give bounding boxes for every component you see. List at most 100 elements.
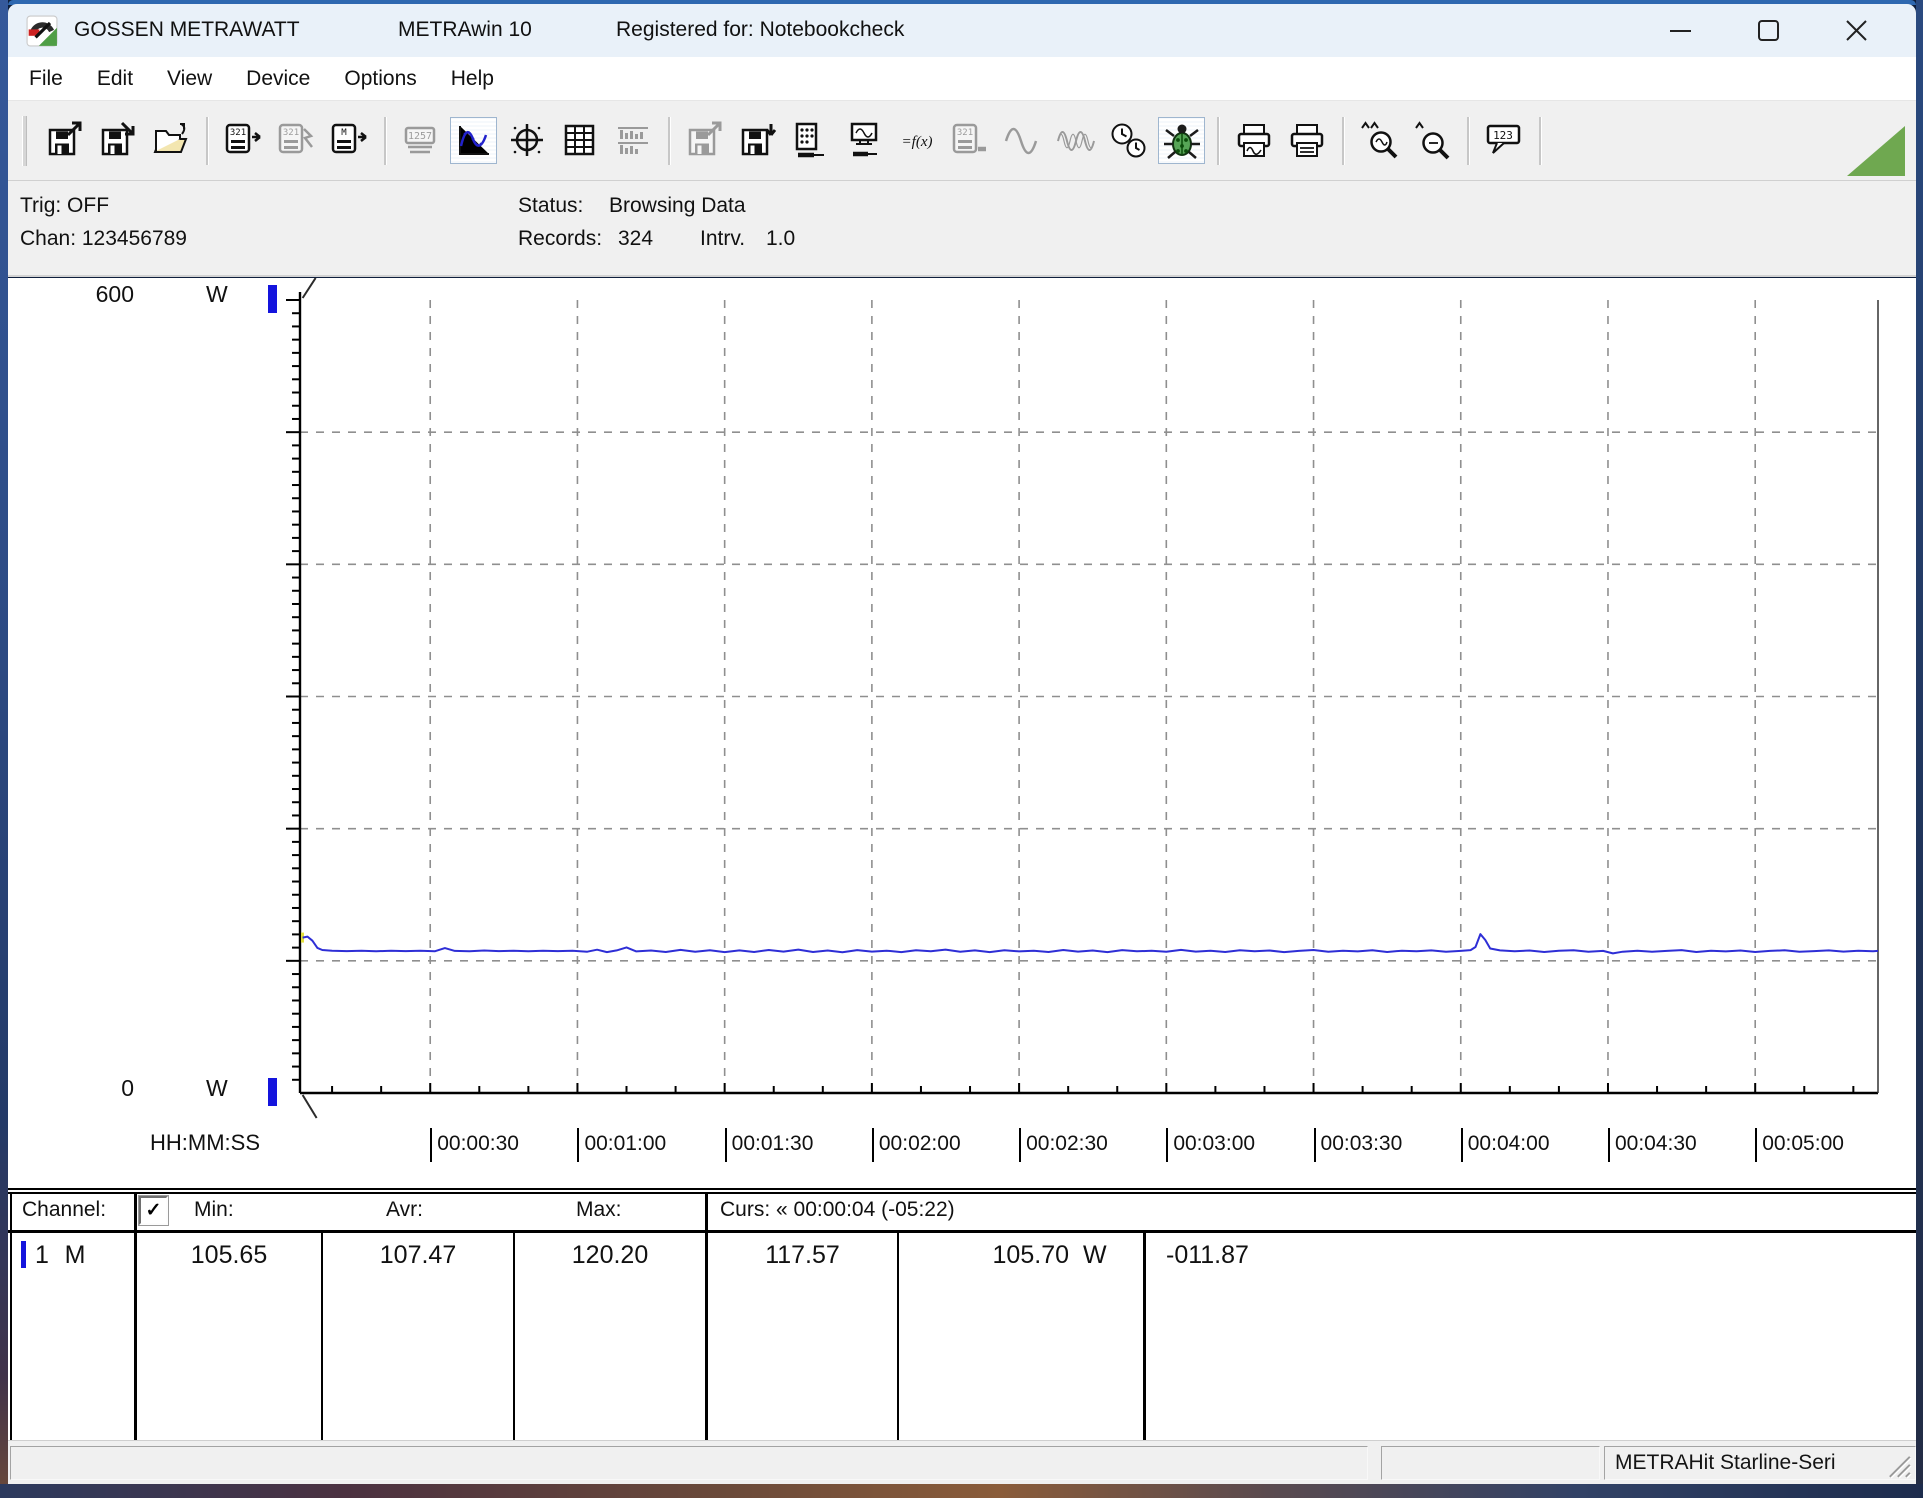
svg-text:321: 321: [282, 128, 298, 138]
svg-text:=f(x): =f(x): [901, 134, 932, 150]
tooltip-icon: 123: [1484, 121, 1524, 161]
print-graph-button[interactable]: [1230, 117, 1277, 164]
sine1-icon: [1003, 121, 1043, 161]
save-file-button[interactable]: [94, 117, 141, 164]
read-device-memory-button[interactable]: M: [325, 117, 372, 164]
zoom-out-button[interactable]: [1408, 117, 1455, 164]
interval-value: 1.0: [766, 227, 795, 251]
monitor-cfg-icon: [844, 121, 884, 161]
y-axis-unit-top: W: [206, 281, 228, 308]
bug-icon: [1162, 121, 1202, 161]
histogram-view-button[interactable]: [609, 117, 656, 164]
wave-view-icon: [454, 121, 494, 161]
records-value: 324: [618, 227, 653, 251]
monitor-setup-button[interactable]: [840, 117, 887, 164]
tooltip-info-button[interactable]: 123: [1480, 117, 1527, 164]
x-tick-label: 00:01:30: [725, 1128, 814, 1162]
menu-item-edit[interactable]: Edit: [80, 63, 150, 95]
row-channel-mode: M: [60, 1238, 90, 1272]
zoom-in-button[interactable]: [1355, 117, 1402, 164]
multi-trace-button[interactable]: [1052, 117, 1099, 164]
y-axis-min-label: 0: [58, 1075, 134, 1102]
svg-text:M: M: [341, 128, 347, 138]
row-max-value: 120.20: [515, 1238, 705, 1272]
desktop-edge-left: [0, 0, 8, 1498]
svg-text:321: 321: [229, 128, 245, 138]
interval-label: Intrv.: [700, 227, 745, 251]
table-divider: [134, 1192, 137, 1440]
table-divider: [705, 1192, 708, 1440]
function-fx-button[interactable]: =f(x): [893, 117, 940, 164]
device-setup-button[interactable]: 321: [946, 117, 993, 164]
channel-visibility-checkbox[interactable]: ✓: [139, 1196, 168, 1225]
minimize-icon: [1669, 19, 1692, 42]
table-view-button[interactable]: [556, 117, 603, 164]
analog-trace-button[interactable]: [999, 117, 1046, 164]
open-file-button[interactable]: [147, 117, 194, 164]
maximize-button[interactable]: [1724, 7, 1812, 55]
chan-cfg-icon: [791, 121, 831, 161]
print-list-button[interactable]: [1283, 117, 1330, 164]
floppy-load-icon: [738, 121, 778, 161]
desktop-edge-bottom: [0, 1484, 1923, 1498]
dev321-out-icon: 321: [223, 121, 263, 161]
power-time-chart[interactable]: [8, 278, 1916, 1178]
graph-view-button[interactable]: [450, 117, 497, 164]
channel-status: Chan: 123456789: [20, 227, 187, 251]
x-tick-label: 00:03:00: [1166, 1128, 1255, 1162]
menu-item-view[interactable]: View: [150, 63, 229, 95]
statusbar-secondary-panel: [1381, 1446, 1600, 1480]
chart-area[interactable]: 600 W 0 W HH:MM:SS 00:00:3000:01:0000:01…: [8, 278, 1916, 1178]
menu-item-help[interactable]: Help: [434, 63, 511, 95]
row-cursor2-unit: W: [1083, 1238, 1123, 1272]
menu-item-file[interactable]: File: [12, 63, 80, 95]
timer-setup-button[interactable]: [1105, 117, 1152, 164]
resize-grip[interactable]: [1884, 1451, 1912, 1484]
sines-icon: [1056, 121, 1096, 161]
table-header-min: Min:: [194, 1192, 264, 1228]
y-cursor-marker-bottom[interactable]: [268, 1078, 277, 1106]
disconnect-device-321-button[interactable]: 321: [272, 117, 319, 164]
desktop-edge-right: [1916, 0, 1923, 1498]
channel-setup-button[interactable]: [787, 117, 834, 164]
zoom-out-icon: [1412, 121, 1452, 161]
dev-cfg-icon: 321: [950, 121, 990, 161]
cursor-view-button[interactable]: [503, 117, 550, 164]
records-label: Records:: [518, 227, 602, 251]
x-tick-label: 00:02:00: [872, 1128, 961, 1162]
menu-item-options[interactable]: Options: [327, 63, 433, 95]
menu-item-device[interactable]: Device: [229, 63, 327, 95]
minimize-button[interactable]: [1636, 7, 1724, 55]
export-file-button[interactable]: [41, 117, 88, 164]
toolbar-separator: [1217, 117, 1220, 165]
read-device-321-button[interactable]: 321: [219, 117, 266, 164]
channel-color-marker: [21, 1241, 26, 1268]
table-header-avr: Avr:: [386, 1192, 456, 1228]
x-axis-label: HH:MM:SS: [150, 1130, 260, 1156]
toolbar-separator: [1342, 117, 1345, 165]
devM-out-icon: M: [329, 121, 369, 161]
close-icon: [1845, 19, 1868, 42]
row-min-value: 105.65: [137, 1238, 321, 1272]
load-config-button[interactable]: [734, 117, 781, 164]
table-header-bottom-border: [8, 1230, 1916, 1233]
multimeter-display-button[interactable]: 1257: [397, 117, 444, 164]
app-name-title: METRAwin 10: [398, 18, 532, 42]
table-header-cursor: Curs: « 00:00:04 (-05:22): [720, 1192, 1220, 1228]
close-button[interactable]: [1812, 7, 1900, 55]
svg-text:321: 321: [956, 128, 972, 138]
toolbar-grip[interactable]: [22, 116, 27, 166]
desktop: { "window": { "app_vendor": "GOSSEN METR…: [0, 0, 1923, 1498]
acquisition-status-panel: Trig: OFF Chan: 123456789 Status: Browsi…: [8, 181, 1916, 277]
x-tick-label: 00:02:30: [1019, 1128, 1108, 1162]
zoom-in-icon: [1359, 121, 1399, 161]
toolbar-separator: [384, 117, 387, 165]
table-view-icon: [560, 121, 600, 161]
print-graph-icon: [1234, 121, 1274, 161]
floppy-in-icon: [98, 121, 138, 161]
x-tick-label: 00:03:30: [1314, 1128, 1403, 1162]
y-cursor-marker-top[interactable]: [268, 285, 277, 313]
save-config-button[interactable]: [681, 117, 728, 164]
debug-mode-button[interactable]: [1158, 117, 1205, 164]
app-logo-icon: [26, 15, 58, 47]
